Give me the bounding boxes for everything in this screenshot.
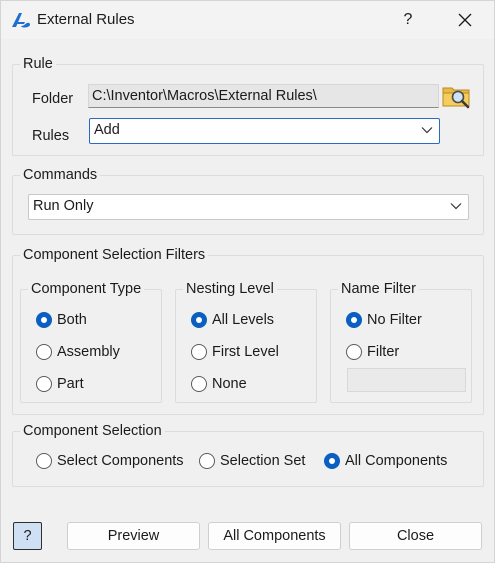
radio-label: First Level — [212, 344, 279, 360]
rules-dropdown-value: Add — [94, 122, 120, 138]
chevron-down-icon — [450, 203, 462, 210]
nesting-level-legend: Nesting Level — [183, 280, 277, 298]
close-icon — [458, 13, 472, 27]
radio-both[interactable]: Both — [36, 312, 87, 328]
radio-selection-set[interactable]: Selection Set — [199, 453, 305, 469]
chevron-down-icon — [421, 127, 433, 134]
external-rules-dialog: External Rules ? Rule Folder C:\Inventor… — [0, 0, 495, 563]
folder-label: Folder — [32, 91, 74, 107]
radio-indicator — [36, 453, 52, 469]
radio-none[interactable]: None — [191, 376, 247, 392]
filters-legend: Component Selection Filters — [20, 246, 209, 264]
radio-no-filter[interactable]: No Filter — [346, 312, 422, 328]
radio-label: No Filter — [367, 312, 422, 328]
folder-path-field[interactable]: C:\Inventor\Macros\External Rules\ — [88, 84, 439, 108]
radio-label: Select Components — [57, 453, 184, 469]
rules-dropdown[interactable]: Add — [89, 118, 440, 144]
all-components-button[interactable]: All Components — [208, 522, 341, 550]
radio-filter[interactable]: Filter — [346, 344, 399, 360]
name-filter-legend: Name Filter — [338, 280, 419, 298]
component-selection-legend: Component Selection — [20, 422, 165, 440]
radio-indicator — [36, 376, 52, 392]
radio-indicator — [346, 312, 362, 328]
window-title: External Rules — [37, 11, 135, 28]
preview-button[interactable]: Preview — [67, 522, 200, 550]
radio-indicator — [346, 344, 362, 360]
radio-select-components[interactable]: Select Components — [36, 453, 184, 469]
radio-indicator — [36, 344, 52, 360]
name-filter-input[interactable] — [347, 368, 466, 392]
close-window-button[interactable] — [451, 7, 479, 33]
radio-indicator — [191, 312, 207, 328]
radio-indicator — [36, 312, 52, 328]
commands-dropdown-value: Run Only — [33, 198, 94, 214]
radio-indicator — [191, 344, 207, 360]
help-button[interactable]: ? — [13, 522, 42, 550]
title-bar[interactable]: External Rules ? — [1, 1, 494, 39]
component-type-legend: Component Type — [28, 280, 145, 298]
browse-folder-button[interactable] — [441, 82, 473, 110]
title-help-button[interactable]: ? — [394, 7, 422, 33]
radio-indicator — [199, 453, 215, 469]
radio-label: Filter — [367, 344, 400, 360]
radio-label: Selection Set — [220, 453, 306, 469]
radio-label: All Components — [345, 453, 448, 469]
radio-label: Both — [57, 312, 87, 328]
close-button[interactable]: Close — [349, 522, 482, 550]
commands-legend: Commands — [20, 166, 101, 184]
radio-label: Part — [57, 376, 84, 392]
commands-dropdown[interactable]: Run Only — [28, 194, 469, 220]
radio-label: None — [212, 376, 247, 392]
rules-label: Rules — [32, 128, 70, 144]
folder-search-icon — [442, 87, 470, 109]
radio-first-level[interactable]: First Level — [191, 344, 279, 360]
rule-legend: Rule — [20, 55, 56, 73]
radio-indicator — [191, 376, 207, 392]
radio-all-components[interactable]: All Components — [324, 453, 447, 469]
radio-all-levels[interactable]: All Levels — [191, 312, 274, 328]
radio-indicator — [324, 453, 340, 469]
autodesk-inventor-icon — [11, 11, 31, 29]
radio-label: All Levels — [212, 312, 275, 328]
radio-part[interactable]: Part — [36, 376, 84, 392]
radio-assembly[interactable]: Assembly — [36, 344, 120, 360]
radio-label: Assembly — [57, 344, 120, 360]
